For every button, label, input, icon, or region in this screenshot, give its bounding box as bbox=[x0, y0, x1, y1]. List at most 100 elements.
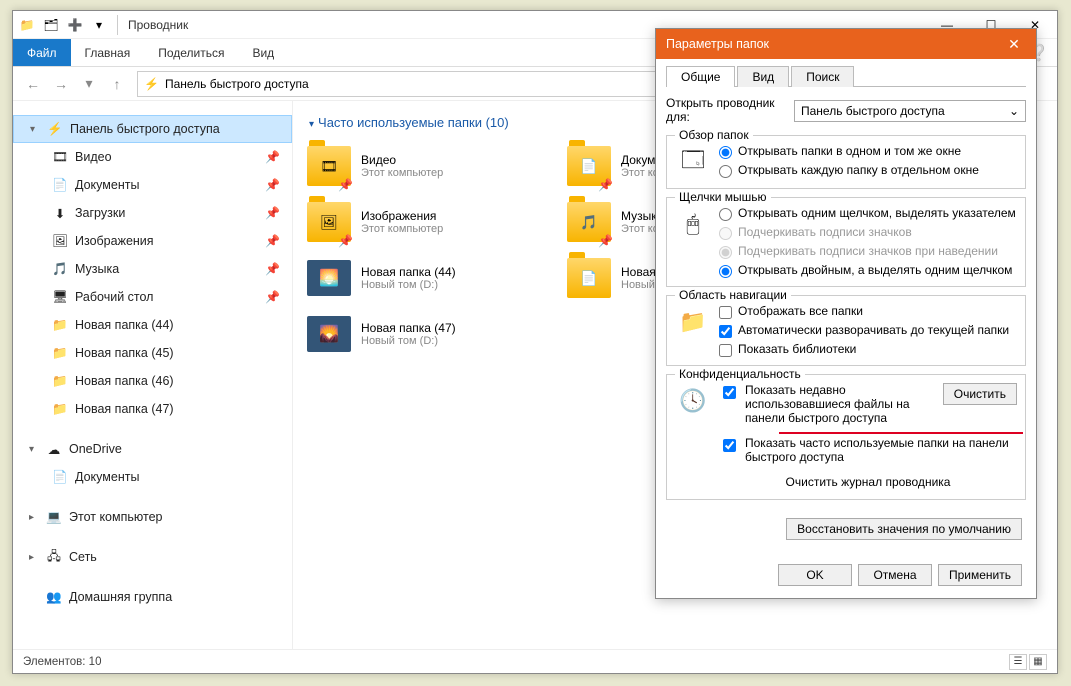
check-recent-files[interactable] bbox=[723, 386, 736, 399]
folder-thumbnail: 🌄 bbox=[307, 316, 351, 352]
network-icon: 🖧 bbox=[45, 547, 63, 568]
check-frequent-folders[interactable] bbox=[723, 439, 736, 452]
sidebar-item-folder[interactable]: 📁Новая папка (45) bbox=[13, 339, 292, 367]
qat-dropdown-icon[interactable]: ▾ bbox=[87, 13, 111, 37]
radio-same-window[interactable] bbox=[719, 146, 732, 159]
documents-icon: 📄 bbox=[51, 470, 69, 485]
video-icon: 🎞 bbox=[51, 150, 69, 165]
folder-item[interactable]: 🌄Новая папка (47)Новый том (D:) bbox=[305, 308, 545, 360]
check-show-all[interactable] bbox=[719, 306, 732, 319]
sidebar-item-desktop[interactable]: 🖥Рабочий стол📌 bbox=[13, 283, 292, 311]
restore-defaults-button[interactable]: Восстановить значения по умолчанию bbox=[786, 518, 1022, 540]
breadcrumb: Панель быстрого доступа bbox=[165, 77, 309, 91]
sidebar-item-downloads[interactable]: ⬇Загрузки📌 bbox=[13, 199, 292, 227]
nav-recent-icon[interactable]: ▾ bbox=[77, 72, 101, 96]
sidebar-item-label: Панель быстрого доступа bbox=[70, 122, 220, 136]
sidebar-item-pictures[interactable]: 🖼Изображения📌 bbox=[13, 227, 292, 255]
sidebar-this-pc[interactable]: ▸💻Этот компьютер bbox=[13, 503, 292, 531]
highlight-annotation bbox=[779, 432, 1023, 434]
ok-button[interactable]: OK bbox=[778, 564, 852, 586]
pictures-icon: 🖼 bbox=[51, 234, 69, 249]
quick-access-toolbar: 📁 🗂 ➕ ▾ bbox=[13, 13, 111, 37]
folder-icon: 📁 bbox=[51, 402, 69, 417]
sidebar-onedrive-docs[interactable]: 📄Документы bbox=[13, 463, 292, 491]
folder-icon: 📁 bbox=[51, 318, 69, 333]
ribbon-tab-home[interactable]: Главная bbox=[71, 39, 145, 66]
explorer-icon: 📁 bbox=[15, 13, 39, 37]
dialog-titlebar: Параметры папок ✕ bbox=[656, 29, 1036, 59]
status-bar: Элементов: 10 ☰▦ bbox=[13, 649, 1057, 673]
ribbon-tab-share[interactable]: Поделиться bbox=[144, 39, 238, 66]
check-auto-expand[interactable] bbox=[719, 325, 732, 338]
nav-icon: 📁 bbox=[675, 304, 711, 340]
radio-single-click[interactable] bbox=[719, 208, 732, 221]
lightning-icon: ⚡ bbox=[46, 122, 64, 137]
desktop-icon: 🖥 bbox=[51, 290, 69, 305]
pin-icon: 📌 bbox=[338, 178, 353, 192]
pin-icon: 📌 bbox=[598, 178, 613, 192]
navigation-pane: ▾ ⚡ Панель быстрого доступа 🎞Видео📌 📄Док… bbox=[13, 101, 293, 649]
sidebar-homegroup[interactable]: 👥Домашняя группа bbox=[13, 583, 292, 611]
chevron-down-icon[interactable]: ▾ bbox=[29, 444, 34, 455]
sidebar-item-folder[interactable]: 📁Новая папка (46) bbox=[13, 367, 292, 395]
nav-up-icon[interactable]: ↑ bbox=[105, 72, 129, 96]
clear-history-link[interactable]: Очистить журнал проводника bbox=[719, 471, 1017, 491]
chevron-down-icon[interactable]: ▾ bbox=[30, 124, 35, 135]
radio-double-click[interactable] bbox=[719, 265, 732, 278]
folder-item[interactable]: 🖼📌ИзображенияЭтот компьютер bbox=[305, 196, 545, 248]
open-explorer-select[interactable]: Панель быстрого доступа⌄ bbox=[794, 100, 1026, 122]
sidebar-item-music[interactable]: 🎵Музыка📌 bbox=[13, 255, 292, 283]
chevron-down-icon: ⌄ bbox=[1009, 104, 1019, 118]
pin-icon: 📌 bbox=[598, 234, 613, 248]
ribbon-tab-file[interactable]: Файл bbox=[13, 39, 71, 66]
folder-item[interactable]: 🎞📌ВидеоЭтот компьютер bbox=[305, 140, 545, 192]
browse-fieldset: Обзор папок 🗔 Открывать папки в одном и … bbox=[666, 135, 1026, 189]
music-icon: 🎵 bbox=[51, 262, 69, 277]
tiles-view-icon[interactable]: ▦ bbox=[1029, 654, 1047, 670]
folder-icon: 📁 bbox=[51, 346, 69, 361]
check-show-lib[interactable] bbox=[719, 344, 732, 357]
tab-search[interactable]: Поиск bbox=[791, 66, 854, 87]
pin-icon: 📌 bbox=[265, 290, 280, 304]
radio-new-window[interactable] bbox=[719, 165, 732, 178]
sidebar-item-documents[interactable]: 📄Документы📌 bbox=[13, 171, 292, 199]
pin-icon: 📌 bbox=[265, 150, 280, 164]
folder-icon: 📁 bbox=[51, 374, 69, 389]
privacy-fieldset: Конфиденциальность 🕓 Показать недавно ис… bbox=[666, 374, 1026, 500]
divider bbox=[117, 15, 118, 35]
browse-icon: 🗔 bbox=[675, 144, 711, 180]
new-folder-icon[interactable]: ➕ bbox=[63, 13, 87, 37]
chevron-right-icon[interactable]: ▸ bbox=[29, 512, 34, 523]
sidebar-item-folder[interactable]: 📁Новая папка (47) bbox=[13, 395, 292, 423]
radio-underline-all bbox=[719, 227, 732, 240]
properties-icon[interactable]: 🗂 bbox=[39, 13, 63, 37]
tab-view[interactable]: Вид bbox=[737, 66, 789, 87]
folder-item[interactable]: 🌅Новая папка (44)Новый том (D:) bbox=[305, 252, 545, 304]
nav-back-icon[interactable]: ← bbox=[21, 72, 45, 96]
pin-icon: 📌 bbox=[265, 262, 280, 276]
dialog-close-button[interactable]: ✕ bbox=[992, 29, 1036, 59]
pin-icon: 📌 bbox=[338, 234, 353, 248]
sidebar-network[interactable]: ▸🖧Сеть bbox=[13, 543, 292, 571]
item-count: Элементов: 10 bbox=[23, 656, 101, 668]
open-explorer-label: Открыть проводник для: bbox=[666, 97, 786, 125]
chevron-down-icon: ▾ bbox=[309, 119, 314, 130]
cancel-button[interactable]: Отмена bbox=[858, 564, 932, 586]
sidebar-quick-access[interactable]: ▾ ⚡ Панель быстрого доступа bbox=[13, 115, 292, 143]
dialog-tabs: Общие Вид Поиск bbox=[666, 65, 1026, 87]
sidebar-item-video[interactable]: 🎞Видео📌 bbox=[13, 143, 292, 171]
sidebar-onedrive[interactable]: ▾☁OneDrive bbox=[13, 435, 292, 463]
sidebar-item-folder[interactable]: 📁Новая папка (44) bbox=[13, 311, 292, 339]
documents-icon: 📄 bbox=[51, 178, 69, 193]
downloads-icon: ⬇ bbox=[51, 206, 69, 221]
click-fieldset: Щелчки мышью 🖱 Открывать одним щелчком, … bbox=[666, 197, 1026, 287]
details-view-icon[interactable]: ☰ bbox=[1009, 654, 1027, 670]
nav-forward-icon[interactable]: → bbox=[49, 72, 73, 96]
clear-button[interactable]: Очистить bbox=[943, 383, 1017, 405]
pin-icon: 📌 bbox=[265, 234, 280, 248]
apply-button[interactable]: Применить bbox=[938, 564, 1022, 586]
homegroup-icon: 👥 bbox=[45, 590, 63, 605]
ribbon-tab-view[interactable]: Вид bbox=[238, 39, 288, 66]
chevron-right-icon[interactable]: ▸ bbox=[29, 552, 34, 563]
tab-general[interactable]: Общие bbox=[666, 66, 735, 87]
